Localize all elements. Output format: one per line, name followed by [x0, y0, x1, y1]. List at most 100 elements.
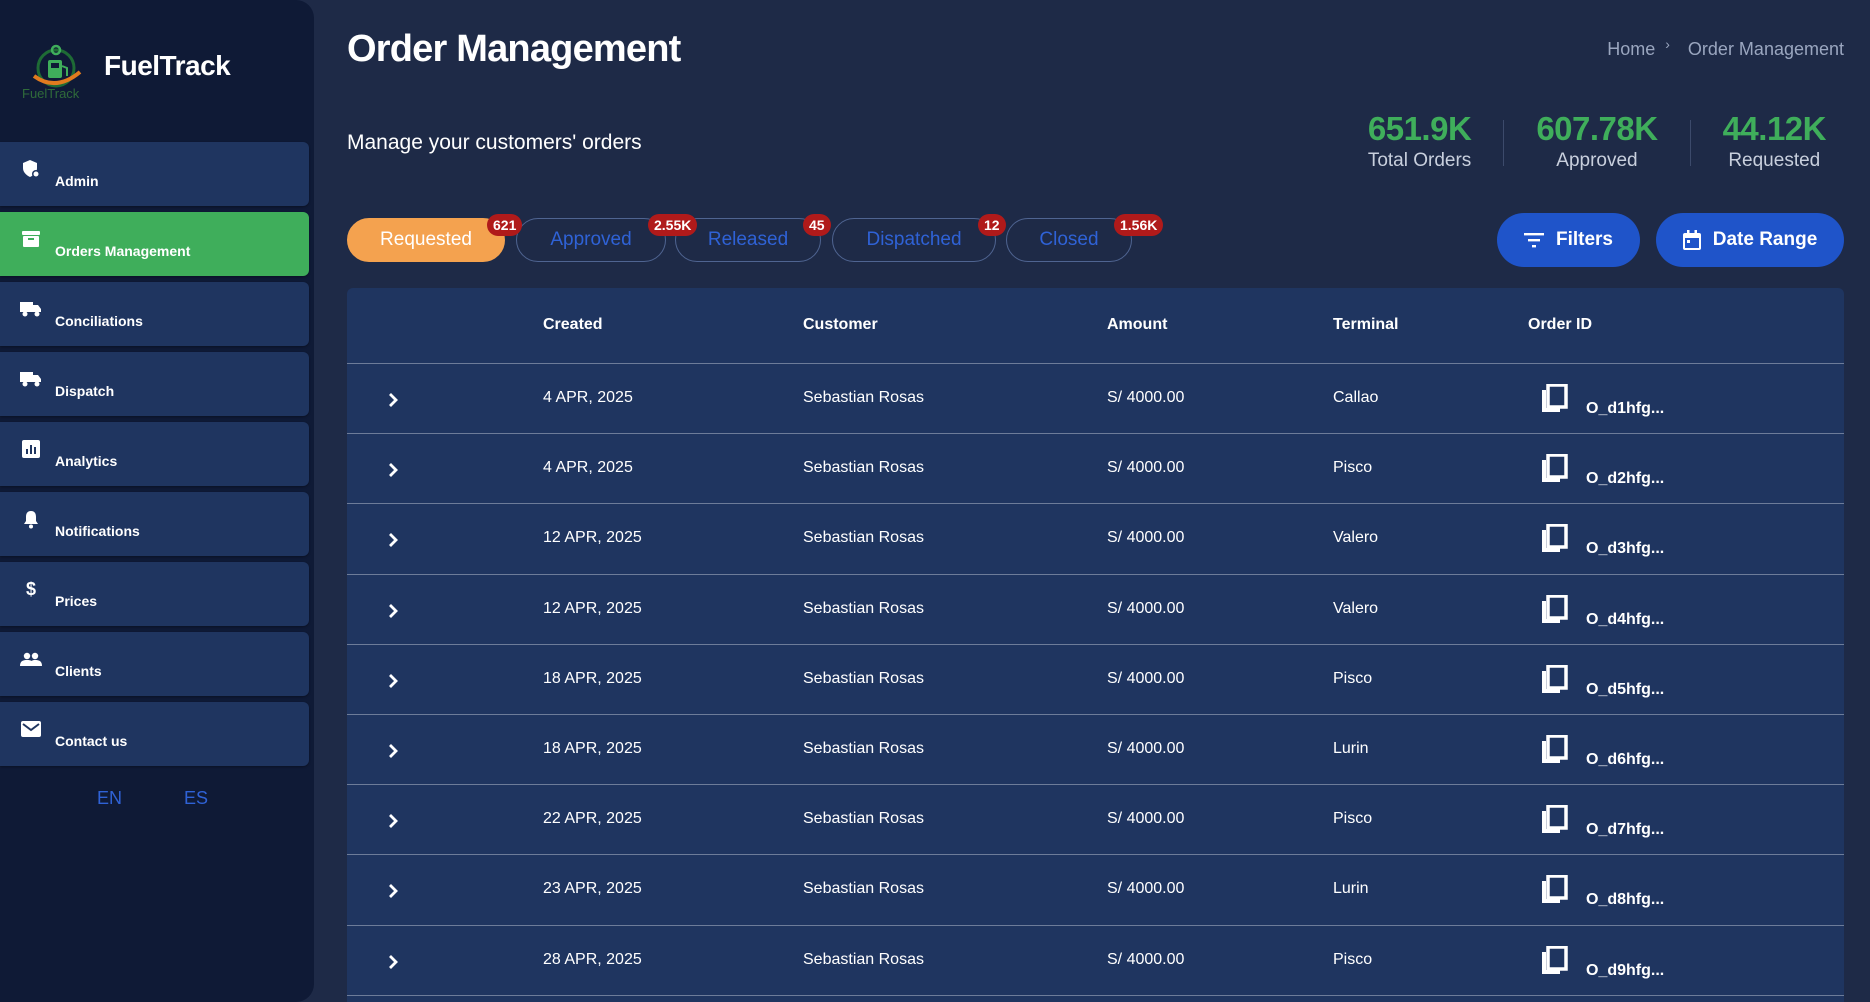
copy-icon[interactable]	[1540, 454, 1568, 484]
column-header-order-id[interactable]: Order ID	[1528, 316, 1592, 334]
table-row[interactable]: 28 APR, 2025 Sebastian Rosas S/ 4000.00 Pis…	[347, 926, 1844, 996]
cell-terminal: Pisco	[1333, 669, 1373, 687]
breadcrumb-home-link[interactable]: Home	[1607, 39, 1655, 60]
stat-value: 607.78K	[1536, 110, 1658, 147]
chevron-right-icon[interactable]	[387, 954, 399, 970]
stat-label: Approved	[1556, 150, 1638, 171]
cell-order-id[interactable]: O_d1hfg...	[1586, 400, 1664, 418]
tab-requested[interactable]: Requested	[347, 218, 505, 262]
cell-order-id[interactable]: O_d2hfg...	[1586, 470, 1664, 488]
chevron-right-icon[interactable]	[387, 532, 399, 548]
table-row[interactable]: 4 APR, 2025 Sebastian Rosas S/ 4000.00 Call…	[347, 364, 1844, 435]
sidebar-item-label: Dispatch	[55, 383, 115, 399]
copy-icon[interactable]	[1540, 735, 1568, 765]
sidebar-item-contact-us[interactable]: Contact us	[0, 702, 309, 766]
cell-amount: S/ 4000.00	[1107, 459, 1185, 477]
cell-amount: S/ 4000.00	[1107, 669, 1185, 687]
table-row[interactable]: 12 APR, 2025 Sebastian Rosas S/ 4000.00 Val…	[347, 575, 1844, 645]
table-row[interactable]: 22 APR, 2025 Sebastian Rosas S/ 4000.00 Pis…	[347, 785, 1844, 856]
sidebar-item-label: Prices	[55, 593, 98, 609]
cell-order-id[interactable]: O_d4hfg...	[1586, 611, 1664, 629]
copy-icon[interactable]	[1540, 384, 1568, 414]
mail-icon	[20, 718, 42, 740]
shield-icon	[20, 158, 42, 180]
cell-terminal: Pisco	[1333, 459, 1373, 477]
orders-table: Created Customer Amount Terminal Order I…	[347, 288, 1844, 1002]
cell-created: 12 APR, 2025	[543, 529, 642, 547]
sidebar-item-prices[interactable]: $ Prices	[0, 562, 309, 626]
stat-approved: 607.78K Approved	[1536, 110, 1658, 172]
table-row[interactable]: 18 APR, 2025 Sebastian Rosas S/ 4000.00 Lur…	[347, 715, 1844, 786]
cell-customer: Sebastian Rosas	[803, 599, 924, 617]
tab-badge: 12	[978, 214, 1006, 236]
tab-label: Requested	[380, 229, 472, 250]
copy-icon[interactable]	[1540, 945, 1568, 976]
tab-label: Closed	[1039, 229, 1099, 250]
sidebar-nav: Admin Orders Management Conciliations Di…	[0, 142, 309, 772]
sidebar-item-label: Admin	[55, 173, 99, 189]
tab-approved[interactable]: Approved	[516, 218, 666, 262]
cell-amount: S/ 4000.00	[1107, 599, 1185, 617]
cell-order-id[interactable]: O_d3hfg...	[1586, 540, 1664, 558]
chevron-right-icon: ›	[1665, 35, 1670, 52]
chevron-right-icon[interactable]	[387, 392, 399, 408]
stat-value: 44.12K	[1722, 110, 1827, 147]
filters-button[interactable]: Filters	[1497, 213, 1640, 267]
cell-terminal: Valero	[1333, 599, 1379, 617]
chevron-right-icon[interactable]	[387, 673, 399, 689]
copy-icon[interactable]	[1540, 664, 1568, 695]
sidebar-item-conciliations[interactable]: Conciliations	[0, 282, 309, 346]
cell-order-id[interactable]: O_d6hfg...	[1586, 751, 1664, 769]
chevron-right-icon[interactable]	[387, 883, 399, 899]
cell-order-id[interactable]: O_d5hfg...	[1586, 681, 1664, 699]
copy-icon[interactable]	[1540, 594, 1568, 625]
chevron-right-icon[interactable]	[387, 813, 399, 829]
table-row[interactable]: 4 APR, 2025 Sebastian Rosas S/ 4000.00 Pisc…	[347, 434, 1844, 505]
cell-terminal: Valero	[1333, 529, 1379, 547]
column-header-amount[interactable]: Amount	[1107, 316, 1167, 334]
copy-icon[interactable]	[1540, 524, 1568, 554]
cell-order-id[interactable]: O_d9hfg...	[1586, 962, 1664, 980]
sidebar-item-label: Analytics	[55, 453, 118, 469]
tab-dispatched[interactable]: Dispatched	[832, 218, 996, 262]
breadcrumb-current: Order Management	[1687, 39, 1844, 59]
app-title: FuelTrack	[104, 50, 231, 81]
sidebar-item-dispatch[interactable]: Dispatch	[0, 352, 309, 416]
table-row[interactable]: 12 APR, 2025 Sebastian Rosas S/ 4000.00 Val…	[347, 504, 1844, 575]
cell-order-id[interactable]: O_d7hfg...	[1586, 821, 1664, 839]
sidebar-item-orders-management[interactable]: Orders Management	[0, 212, 309, 276]
filters-button-label: Filters	[1555, 229, 1614, 250]
column-header-created[interactable]: Created	[543, 316, 603, 334]
sidebar-item-admin[interactable]: Admin	[0, 142, 309, 206]
sidebar-item-analytics[interactable]: Analytics	[0, 422, 309, 486]
language-en-link[interactable]: EN	[97, 788, 122, 809]
date-range-button[interactable]: Date Range	[1656, 213, 1844, 267]
chevron-right-icon[interactable]	[387, 462, 399, 478]
table-row[interactable]: 18 APR, 2025 Sebastian Rosas S/ 4000.00 Pis…	[347, 645, 1844, 715]
date-range-button-label: Date Range	[1712, 229, 1818, 250]
table-row[interactable]: 23 APR, 2025 Sebastian Rosas S/ 4000.00 Lur…	[347, 855, 1844, 926]
column-header-terminal[interactable]: Terminal	[1333, 316, 1399, 334]
copy-icon[interactable]	[1540, 875, 1568, 905]
stat-divider	[1503, 120, 1505, 166]
sidebar-item-label: Clients	[55, 663, 102, 679]
cell-amount: S/ 4000.00	[1107, 740, 1185, 757]
stat-requested: 44.12K Requested	[1722, 110, 1827, 172]
column-header-customer[interactable]: Customer	[803, 316, 878, 334]
sidebar-item-notifications[interactable]: Notifications	[0, 492, 309, 556]
sidebar-item-clients[interactable]: Clients	[0, 632, 309, 696]
cell-order-id[interactable]: O_d8hfg...	[1586, 891, 1664, 909]
copy-icon[interactable]	[1540, 805, 1568, 835]
filter-icon	[1523, 233, 1544, 248]
language-es-link[interactable]: ES	[184, 788, 208, 809]
cell-created: 28 APR, 2025	[543, 950, 642, 968]
chevron-right-icon[interactable]	[387, 603, 399, 619]
cell-terminal: Callao	[1333, 389, 1379, 406]
cell-customer: Sebastian Rosas	[803, 950, 924, 968]
cell-created: 23 APR, 2025	[543, 880, 642, 898]
cell-amount: S/ 4000.00	[1107, 389, 1185, 406]
truck-icon	[20, 368, 42, 390]
cell-terminal: Pisco	[1333, 950, 1373, 968]
chevron-right-icon[interactable]	[387, 743, 399, 759]
truck-icon	[20, 298, 42, 320]
